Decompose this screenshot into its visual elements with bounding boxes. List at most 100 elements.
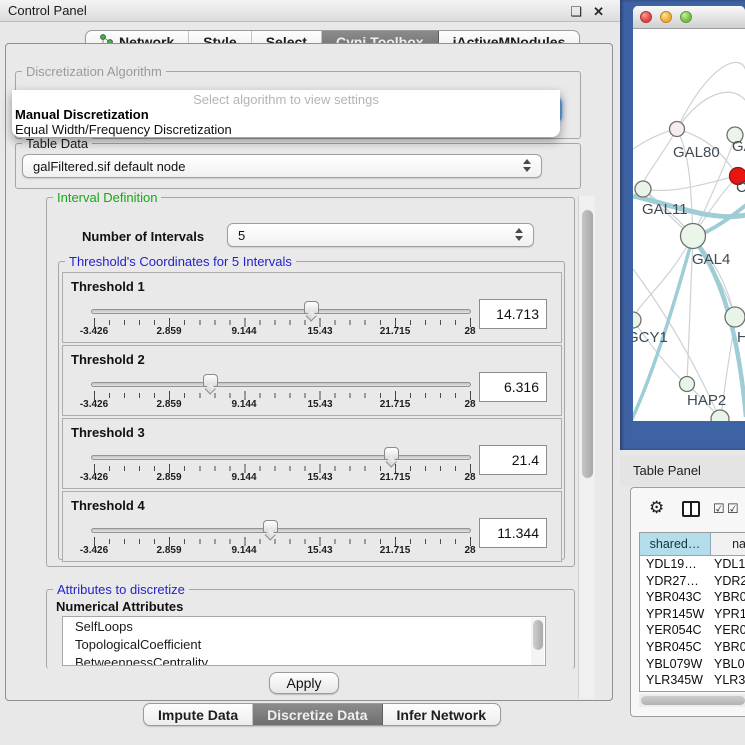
svg-text:H: H: [737, 329, 745, 346]
threshold-1-value-field[interactable]: 14.713: [479, 299, 547, 329]
scrollbar-thumb[interactable]: [641, 696, 745, 705]
network-window: GAL80 GA C GAL11 GAL4 GCY1 H HAP2: [633, 6, 745, 421]
column-header-name[interactable]: na: [711, 533, 745, 555]
interval-definition-group: Interval Definition Number of Intervals …: [46, 197, 575, 567]
slider-minor-ticks: [94, 466, 471, 471]
threshold-1-panel: Threshold 1 -3.4262.859 9.14415.43 21.71…: [62, 272, 562, 343]
close-icon[interactable]: ✕: [593, 4, 604, 20]
panel-scrollbar[interactable]: [578, 196, 595, 699]
tab-infer-network[interactable]: Infer Network: [383, 704, 500, 725]
table-data-group: Table Data galFiltered.sif default node: [15, 143, 581, 189]
svg-text:GAL4: GAL4: [692, 251, 730, 268]
algorithm-dropdown-popup: Select algorithm to view settings Manual…: [12, 90, 560, 137]
attributes-group: Attributes to discretize Numerical Attri…: [46, 589, 575, 669]
window-title: Control Panel: [8, 3, 87, 18]
attributes-title: Attributes to discretize: [53, 582, 189, 597]
node-table: shared… na YDL19…YDL1 YDR27…YDR2 YBR043C…: [639, 532, 745, 692]
gear-icon[interactable]: ⚙: [649, 498, 664, 518]
dropdown-placeholder: Select algorithm to view settings: [12, 92, 560, 107]
threshold-2-label: Threshold 2: [71, 352, 145, 367]
list-item[interactable]: BetweennessCentrality: [63, 653, 545, 666]
float-window-icon[interactable]: ❑: [570, 4, 582, 20]
tab-discretize-data[interactable]: Discretize Data: [253, 704, 382, 725]
table-row[interactable]: YER054CYER0: [640, 622, 745, 639]
table-panel: ⚙ ☑ ☑ shared… na YDL19…YDL1 YDR27…YDR2 Y…: [630, 487, 745, 717]
table-row[interactable]: YDL19…YDL1: [640, 556, 745, 573]
threshold-4-panel: Threshold 4 -3.4262.859 9.14415.43 21.71…: [62, 491, 562, 562]
node-gal80[interactable]: [670, 122, 685, 137]
svg-text:GAL80: GAL80: [673, 144, 720, 161]
node-gal4[interactable]: [681, 224, 706, 249]
threshold-3-slider-handle[interactable]: [384, 447, 399, 460]
threshold-3-label: Threshold 3: [71, 425, 145, 440]
node-hap2[interactable]: [680, 377, 695, 392]
dropdown-item-equal-width-frequency[interactable]: Equal Width/Frequency Discretization: [15, 122, 232, 137]
table-row[interactable]: YDR27…YDR2: [640, 573, 745, 590]
table-data-combobox[interactable]: galFiltered.sif default node: [22, 154, 542, 178]
table-row[interactable]: YBR043CYBR0: [640, 589, 745, 606]
numerical-attributes-label: Numerical Attributes: [56, 599, 183, 614]
combo-stepper-icon: [515, 228, 524, 241]
threshold-3-value-field[interactable]: 21.4: [479, 445, 547, 475]
thresholds-title: Threshold's Coordinates for 5 Intervals: [65, 254, 296, 269]
list-item[interactable]: TopologicalCoefficient: [63, 635, 545, 653]
dropdown-item-manual-discretization[interactable]: Manual Discretization: [15, 107, 149, 122]
table-horizontal-scrollbar[interactable]: [639, 694, 745, 707]
threshold-2-slider-track[interactable]: [91, 382, 471, 387]
checkbox-icon[interactable]: ☑: [713, 501, 725, 517]
threshold-4-slider-handle[interactable]: [263, 520, 278, 533]
cyni-toolbox-panel: Discretization Algorithm Table Data galF…: [5, 43, 613, 701]
control-panel-titlebar: Control Panel ❑ ✕: [0, 0, 620, 22]
threshold-4-label: Threshold 4: [71, 498, 145, 513]
svg-text:C: C: [736, 179, 745, 196]
number-of-intervals-combobox[interactable]: 5: [227, 223, 534, 247]
list-item[interactable]: SelfLoops: [63, 617, 545, 635]
node-gcy1[interactable]: [633, 312, 641, 328]
threshold-4-value-field[interactable]: 11.344: [479, 518, 547, 548]
column-selector-icon[interactable]: [682, 501, 700, 517]
table-data-title: Table Data: [22, 136, 92, 151]
table-row[interactable]: YLR345WYLR3: [640, 672, 745, 689]
svg-text:HAP2: HAP2: [687, 392, 726, 409]
network-canvas[interactable]: GAL80 GA C GAL11 GAL4 GCY1 H HAP2: [633, 29, 745, 421]
threshold-4-slider-track[interactable]: [91, 528, 471, 533]
table-row[interactable]: YIL052CYIL0: [640, 689, 745, 692]
threshold-2-slider-handle[interactable]: [203, 374, 218, 387]
scrollbar-thumb[interactable]: [582, 210, 593, 478]
discretization-algorithm-title: Discretization Algorithm: [22, 64, 166, 79]
zoom-traffic-light-icon[interactable]: [680, 11, 692, 23]
node-h[interactable]: [725, 307, 745, 327]
minimize-traffic-light-icon[interactable]: [660, 11, 672, 23]
close-traffic-light-icon[interactable]: [640, 11, 652, 23]
interval-definition-title: Interval Definition: [53, 190, 161, 205]
attributes-scrollbar[interactable]: [531, 618, 544, 666]
svg-text:GCY1: GCY1: [633, 329, 668, 346]
network-window-titlebar[interactable]: [633, 6, 745, 29]
threshold-2-panel: Threshold 2 -3.4262.859 9.14415.43 21.71…: [62, 345, 562, 416]
numerical-attributes-list: SelfLoops TopologicalCoefficient Between…: [62, 616, 546, 666]
svg-text:GAL11: GAL11: [642, 201, 688, 218]
node-gal11[interactable]: [635, 181, 651, 197]
slider-minor-ticks: [94, 320, 471, 325]
tab-impute-data[interactable]: Impute Data: [144, 704, 253, 725]
slider-minor-ticks: [94, 539, 471, 544]
threshold-2-value-field[interactable]: 6.316: [479, 372, 547, 402]
threshold-3-panel: Threshold 3 -3.4262.859 9.14415.43 21.71…: [62, 418, 562, 489]
cyni-mode-tabbar: Impute Data Discretize Data Infer Networ…: [143, 703, 501, 726]
table-row[interactable]: YBR045CYBR0: [640, 639, 745, 656]
threshold-1-label: Threshold 1: [71, 279, 145, 294]
column-header-shared-name[interactable]: shared…: [640, 533, 711, 555]
threshold-3-slider-track[interactable]: [91, 455, 471, 460]
table-panel-title: Table Panel: [633, 463, 701, 478]
network-window-frame: GAL80 GA C GAL11 GAL4 GCY1 H HAP2: [620, 0, 745, 450]
checkbox-icon[interactable]: ☑: [727, 501, 739, 517]
apply-button[interactable]: Apply: [269, 672, 339, 694]
threshold-1-slider-handle[interactable]: [304, 301, 319, 314]
table-row[interactable]: YBL079WYBL0: [640, 656, 745, 673]
table-row[interactable]: YPR145WYPR1: [640, 606, 745, 623]
threshold-1-slider-track[interactable]: [91, 309, 471, 314]
table-panel-header: Table Panel: [620, 455, 745, 486]
table-header-row: shared… na: [640, 533, 745, 556]
table-toolbar: ⚙ ☑ ☑: [631, 488, 745, 530]
slider-minor-ticks: [94, 393, 471, 398]
